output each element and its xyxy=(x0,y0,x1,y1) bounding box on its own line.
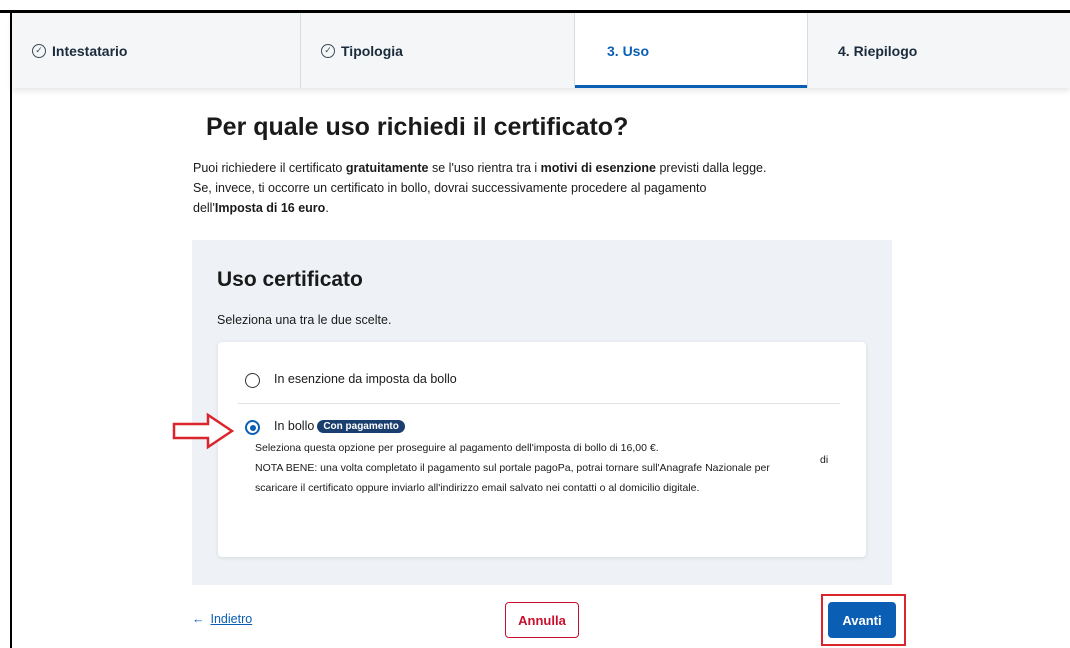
radio-esenzione[interactable] xyxy=(245,373,260,388)
intro-text-part: Puoi richiedere il certificato xyxy=(193,161,346,175)
step-tipologia[interactable]: ✓ Tipologia xyxy=(301,13,575,88)
window-left-border xyxy=(10,10,12,648)
cancel-button[interactable]: Annulla xyxy=(505,602,579,638)
arrow-left-icon: ← xyxy=(192,612,205,626)
step-label: 3. Uso xyxy=(607,42,650,59)
intro-text: Puoi richiedere il certificato gratuitam… xyxy=(193,158,833,218)
options-divider xyxy=(238,403,840,404)
intro-text-part: previsti dalla legge. xyxy=(655,161,767,175)
progress-stepper: ✓ Intestatario ✓ Tipologia 3. Uso 4. Rie… xyxy=(12,13,1070,88)
intro-line-2: Se, invece, ti occorre un certificato in… xyxy=(193,181,707,195)
radio-label-text: In bollo xyxy=(274,419,315,433)
card-subtitle: Seleziona una tra le due scelte. xyxy=(217,313,392,327)
step-riepilogo[interactable]: 4. Riepilogo xyxy=(807,13,1070,88)
check-circle-icon: ✓ xyxy=(32,43,46,58)
step-label: Intestatario xyxy=(52,42,128,59)
description-line-1: Seleziona questa opzione per proseguire … xyxy=(255,442,659,454)
description-line-2: NOTA BENE: una volta completato il pagam… xyxy=(255,462,770,474)
step-label: 4. Riepilogo xyxy=(838,42,918,59)
page-title: Per quale uso richiedi il certificato? xyxy=(206,113,629,141)
radio-label-in-bollo[interactable]: In bollo Con pagamento xyxy=(274,419,405,433)
intro-bold-gratuitamente: gratuitamente xyxy=(345,161,429,175)
radio-label-esenzione[interactable]: In esenzione da imposta da bollo xyxy=(274,372,457,386)
next-button[interactable]: Avanti xyxy=(828,602,896,638)
step-uso[interactable]: 3. Uso xyxy=(575,13,807,88)
intro-text-part: . xyxy=(325,201,329,215)
stray-text: di xyxy=(820,454,829,466)
back-label: Indietro xyxy=(210,612,253,626)
card-title: Uso certificato xyxy=(217,268,363,291)
check-circle-icon: ✓ xyxy=(321,43,335,58)
red-arrow-annotation-icon xyxy=(172,412,234,450)
step-label: Tipologia xyxy=(341,42,403,59)
back-link[interactable]: ← Indietro xyxy=(192,612,252,626)
description-line-3: scaricare il certificato oppure inviarlo… xyxy=(255,482,700,494)
payment-badge: Con pagamento xyxy=(317,420,405,433)
radio-group: In esenzione da imposta da bollo In boll… xyxy=(218,342,866,557)
radio-in-bollo[interactable] xyxy=(245,420,260,435)
intro-text-part: dell' xyxy=(193,201,215,215)
step-intestatario[interactable]: ✓ Intestatario xyxy=(12,13,301,88)
intro-bold-imposta: Imposta di 16 euro xyxy=(214,201,326,215)
in-bollo-description: Seleziona questa opzione per proseguire … xyxy=(255,438,815,498)
intro-text-part: se l'uso rientra tra i xyxy=(428,161,541,175)
intro-bold-motivi: motivi di esenzione xyxy=(540,161,656,175)
